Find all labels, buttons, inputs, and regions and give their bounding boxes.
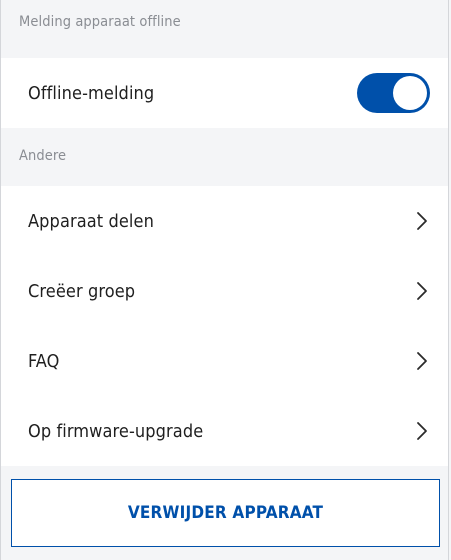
- delete-device-button-label: VERWIJDER APPARAAT: [127, 503, 324, 523]
- list-item-label: Op firmware-upgrade: [28, 420, 204, 442]
- toggle-knob: [393, 76, 427, 110]
- list-item-label: Creëer groep: [28, 280, 136, 302]
- list-item-label: Apparaat delen: [28, 210, 154, 232]
- chevron-right-icon: [414, 280, 430, 302]
- offline-notification-row: Offline-melding: [1, 58, 448, 128]
- delete-device-button[interactable]: VERWIJDER APPARAAT: [11, 479, 440, 547]
- chevron-right-icon: [414, 350, 430, 372]
- spacer: [1, 466, 448, 479]
- chevron-right-icon: [414, 420, 430, 442]
- list-item-share-device[interactable]: Apparaat delen: [1, 186, 448, 256]
- chevron-right-icon: [414, 210, 430, 232]
- section-header-offline-label: Melding apparaat offline: [19, 14, 181, 30]
- list-item-firmware-upgrade[interactable]: Op firmware-upgrade: [1, 396, 448, 466]
- list-item-create-group[interactable]: Creëer groep: [1, 256, 448, 326]
- delete-button-container: VERWIJDER APPARAAT: [1, 479, 448, 547]
- section-header-other: Andere: [1, 128, 448, 186]
- device-settings-screen: Melding apparaat offline Offline-melding…: [0, 0, 449, 560]
- list-item-label: FAQ: [28, 350, 60, 372]
- section-header-other-label: Andere: [19, 148, 67, 164]
- list-item-faq[interactable]: FAQ: [1, 326, 448, 396]
- offline-notification-label: Offline-melding: [28, 82, 155, 104]
- offline-notification-toggle[interactable]: [357, 73, 430, 113]
- section-header-offline: Melding apparaat offline: [1, 0, 448, 58]
